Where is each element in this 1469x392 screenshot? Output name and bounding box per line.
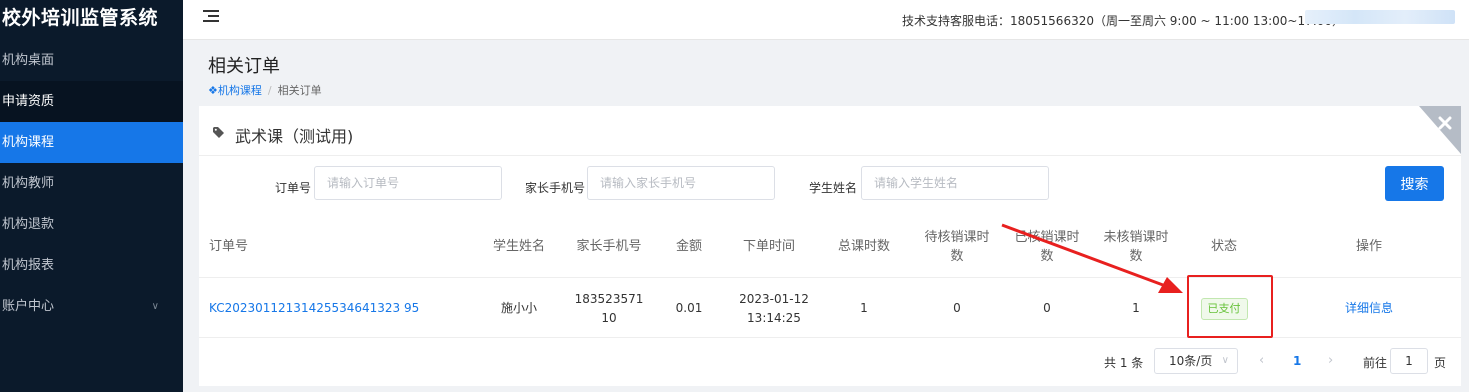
page-size-select[interactable]: 10条/页 ∨ [1154, 348, 1238, 374]
parent-phone-label: 家长手机号 [525, 181, 586, 195]
cell-pending-hours: 0 [953, 301, 961, 315]
sidebar-item-reports[interactable]: 机构报表 [0, 245, 183, 286]
cell-total-hours: 1 [860, 301, 868, 315]
header-actions: 操作 [1355, 239, 1382, 254]
sidebar-item-qualification[interactable]: 申请资质 [0, 81, 183, 122]
cell-time: 2023-01-12 13:14:25 [739, 291, 809, 325]
top-header: 技术支持客服电话：18051566320（周一至周六 9:00 ~ 11:00 … [183, 0, 1469, 40]
brand-title: 校外培训监管系统 [2, 7, 159, 29]
order-no-label: 订单号 [275, 181, 312, 195]
tag-icon [213, 127, 224, 138]
header-order-no: 订单号 [209, 239, 249, 254]
header-status: 状态 [1210, 239, 1237, 254]
header-used-hours: 已核销课时数 [1014, 229, 1080, 264]
detail-link[interactable]: 详细信息 [1345, 299, 1393, 318]
pagination-total: 共 1 条 [1104, 356, 1144, 370]
header-total-hours: 总课时数 [837, 239, 890, 254]
header-pending-hours: 待核销课时数 [924, 229, 990, 264]
page-size-value: 10条/页 [1169, 354, 1213, 368]
user-info[interactable] [1305, 10, 1455, 24]
header-phone: 家长手机号 [576, 239, 642, 254]
close-icon[interactable] [1411, 106, 1461, 154]
header-student: 学生姓名 [492, 239, 545, 254]
home-icon: ❖ [208, 84, 218, 97]
sidebar-item-refunds[interactable]: 机构退款 [0, 204, 183, 245]
cell-used-hours: 0 [1043, 301, 1051, 315]
sidebar-item-account-label: 账户中心 [2, 299, 55, 314]
sidebar-item-desktop[interactable]: 机构桌面 [0, 40, 183, 81]
status-highlight-box [1187, 275, 1273, 338]
parent-phone-input[interactable] [587, 166, 775, 200]
prev-page-button[interactable]: ‹ [1259, 353, 1264, 368]
goto-label: 前往 [1363, 356, 1388, 370]
breadcrumb: ❖机构课程 / 相关订单 [208, 82, 322, 98]
sidebar: 校外培训监管系统 机构桌面 申请资质 机构课程 机构教师 机构退款 机构报表 账… [0, 0, 183, 392]
student-name-label: 学生姓名 [809, 181, 858, 195]
page-unit-label: 页 [1434, 356, 1447, 370]
next-page-button[interactable]: › [1328, 353, 1333, 368]
course-title: 武术课（测试用) [235, 127, 354, 146]
header-unused-hours: 未核销课时数 [1103, 229, 1169, 264]
search-button[interactable]: 搜索 [1385, 166, 1444, 201]
breadcrumb-current: 相关订单 [277, 84, 322, 97]
page-number-current[interactable]: 1 [1293, 354, 1301, 368]
header-time: 下单时间 [742, 239, 795, 254]
sidebar-item-teachers[interactable]: 机构教师 [0, 163, 183, 204]
support-hotline: 技术支持客服电话：18051566320（周一至周六 9:00 ~ 11:00 … [902, 14, 1345, 28]
sidebar-item-account[interactable]: 账户中心 ∨ [0, 286, 183, 327]
cell-student: 施小小 [500, 301, 537, 315]
card-header: 武术课（测试用) [199, 106, 1461, 156]
breadcrumb-home[interactable]: ❖机构课程 [208, 84, 262, 97]
chevron-down-icon: ∨ [151, 301, 159, 312]
orders-card: 武术课（测试用) 订单号 家长手机号 学生姓名 搜索 订单号 学生姓名 家长手机… [199, 106, 1461, 386]
header-amount: 金额 [675, 239, 702, 254]
breadcrumb-separator: / [267, 84, 272, 97]
cell-amount: 0.01 [675, 301, 703, 315]
breadcrumb-home-label: 机构课程 [217, 84, 262, 97]
sidebar-item-courses[interactable]: 机构课程 [0, 122, 183, 163]
page-title: 相关订单 [208, 56, 280, 77]
chevron-down-icon: ∨ [1221, 355, 1229, 366]
cell-unused-hours: 1 [1132, 301, 1140, 315]
student-name-input[interactable] [861, 166, 1049, 200]
table-header: 订单号 学生姓名 家长手机号 金额 下单时间 总课时数 待核销课时数 已核销课时… [199, 215, 1461, 278]
order-no-link[interactable]: KC20230112131425534641323 95 [209, 299, 419, 318]
menu-toggle-icon[interactable] [203, 10, 219, 24]
order-no-input[interactable] [314, 166, 502, 200]
goto-page-input[interactable] [1390, 348, 1428, 374]
cell-phone: 18352357110 [574, 291, 644, 325]
pagination: 共 1 条 10条/页 ∨ ‹ 1 › 前往 页 [199, 338, 1461, 378]
